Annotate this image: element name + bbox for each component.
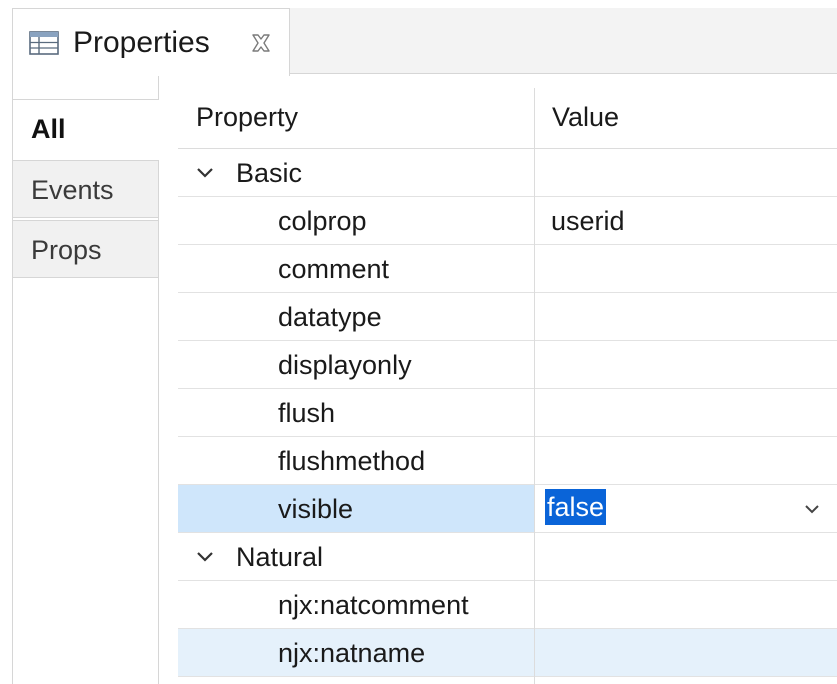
tab-strip-background (290, 8, 837, 74)
table-icon (29, 31, 59, 55)
property-name: comment (278, 254, 390, 284)
property-value-cell[interactable] (535, 629, 837, 676)
property-row-colprop[interactable]: colprop userid (178, 197, 837, 245)
property-name: flush (278, 398, 336, 428)
property-table-header: Property Value (178, 88, 837, 148)
property-row-datatype[interactable]: datatype (178, 293, 837, 341)
property-row-njx-natcomment[interactable]: njx:natcomment (178, 581, 837, 629)
property-value: userid (551, 206, 625, 236)
column-divider[interactable] (534, 88, 535, 684)
property-name: flushmethod (278, 446, 426, 476)
group-label: Natural (236, 542, 324, 572)
category-tab-props[interactable]: Props (13, 220, 159, 278)
property-value-cell[interactable] (535, 293, 837, 340)
view-tab-strip: Properties (0, 0, 837, 76)
property-row-flushmethod[interactable]: flushmethod (178, 437, 837, 485)
property-name: njx:natname (278, 638, 426, 668)
property-value-cell[interactable] (535, 437, 837, 484)
group-row-basic[interactable]: Basic (178, 149, 837, 197)
property-value-cell[interactable]: userid (535, 197, 837, 244)
property-name: visible (278, 494, 354, 524)
property-name: datatype (278, 302, 382, 332)
property-row-njx-natname[interactable]: njx:natname (178, 629, 837, 677)
chevron-down-icon[interactable] (803, 502, 821, 516)
property-value-cell[interactable] (535, 389, 837, 436)
property-value-cell[interactable] (535, 581, 837, 628)
property-name: displayonly (278, 350, 412, 380)
view-title: Properties (73, 26, 210, 59)
property-name: colprop (278, 206, 367, 236)
property-row-comment[interactable]: comment (178, 245, 837, 293)
chevron-down-icon[interactable] (196, 550, 214, 564)
property-value-combo[interactable]: false (535, 485, 837, 532)
property-row-flush[interactable]: flush (178, 389, 837, 437)
property-name: njx:natcomment (278, 590, 469, 620)
group-label: Basic (236, 158, 303, 188)
divider (158, 160, 159, 684)
chevron-down-icon[interactable] (196, 166, 214, 180)
group-row-natural[interactable]: Natural (178, 533, 837, 581)
category-tab-events[interactable]: Events (13, 160, 159, 218)
column-header-value[interactable]: Value (552, 102, 619, 133)
property-value-cell[interactable] (535, 341, 837, 388)
category-tab-all[interactable]: All (13, 100, 159, 158)
divider (158, 76, 159, 100)
property-value-cell[interactable] (535, 245, 837, 292)
column-header-property[interactable]: Property (196, 102, 298, 133)
property-value-selected-text[interactable]: false (545, 489, 607, 525)
properties-view-tab[interactable]: Properties (12, 8, 290, 76)
property-row-displayonly[interactable]: displayonly (178, 341, 837, 389)
property-row-visible[interactable]: visible false (178, 485, 837, 533)
close-icon[interactable] (249, 31, 273, 55)
